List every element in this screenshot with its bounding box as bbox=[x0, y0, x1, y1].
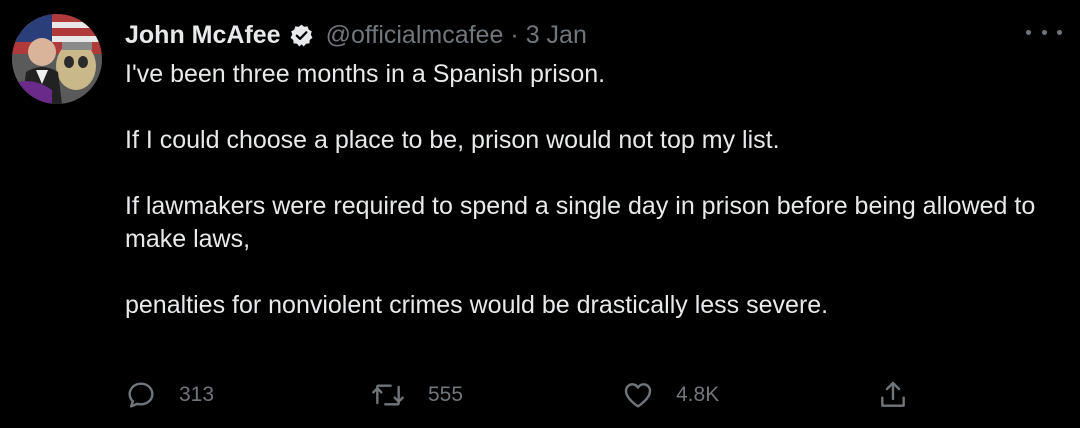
reply-button[interactable]: 313 bbox=[125, 376, 214, 414]
user-handle[interactable]: @officialmcafee bbox=[326, 21, 504, 50]
heart-icon bbox=[624, 383, 652, 408]
avatar-image bbox=[12, 14, 102, 104]
avatar[interactable] bbox=[12, 14, 102, 104]
separator-dot: · bbox=[510, 20, 519, 49]
reply-icon bbox=[128, 382, 154, 408]
verified-badge-icon bbox=[289, 23, 314, 48]
tweet-actions: 313 555 4.8K bbox=[125, 376, 925, 414]
share-button[interactable] bbox=[877, 376, 909, 414]
retweet-icon bbox=[372, 384, 404, 406]
tweet-text: I've been three months in a Spanish pris… bbox=[125, 58, 1055, 322]
more-dots-icon[interactable] bbox=[1026, 22, 1062, 42]
share-icon bbox=[881, 381, 905, 407]
tweet-paragraph: I've been three months in a Spanish pris… bbox=[125, 60, 606, 88]
tweet-paragraph: penalties for nonviolent crimes would be… bbox=[125, 291, 829, 319]
tweet-header: John McAfee @officialmcafee · 3 Jan bbox=[125, 18, 587, 52]
display-name[interactable]: John McAfee bbox=[125, 21, 281, 50]
tweet-paragraph: If lawmakers were required to spend a si… bbox=[125, 192, 1036, 253]
reply-count: 313 bbox=[179, 383, 215, 406]
timestamp[interactable]: 3 Jan bbox=[526, 21, 587, 50]
tweet[interactable]: John McAfee @officialmcafee · 3 Jan I've… bbox=[0, 0, 1080, 428]
retweet-count: 555 bbox=[428, 383, 464, 406]
retweet-button[interactable]: 555 bbox=[370, 376, 463, 414]
like-button[interactable]: 4.8K bbox=[622, 376, 719, 414]
like-count: 4.8K bbox=[676, 383, 720, 406]
tweet-paragraph: If I could choose a place to be, prison … bbox=[125, 126, 780, 154]
